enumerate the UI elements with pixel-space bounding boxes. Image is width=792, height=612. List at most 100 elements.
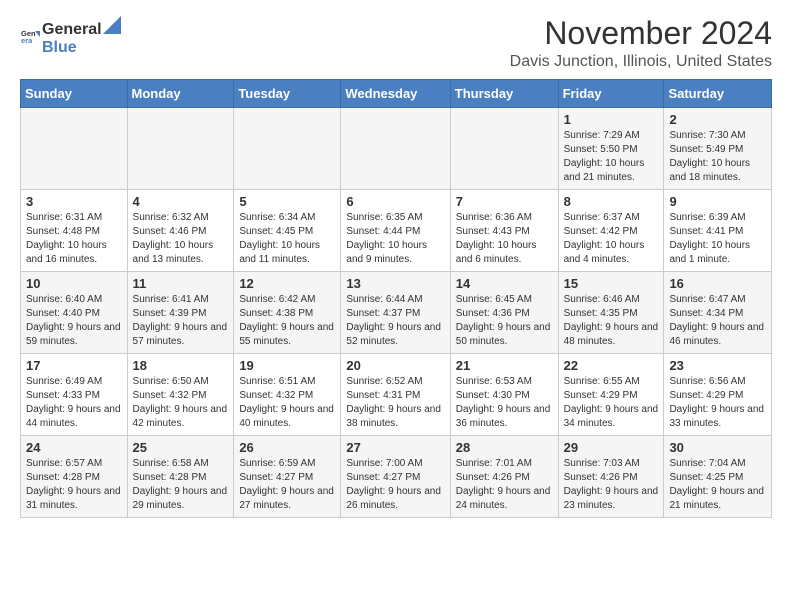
day-info: Sunrise: 7:03 AM Sunset: 4:26 PM Dayligh… (564, 457, 659, 513)
svg-text:era: era (21, 36, 33, 45)
day-number: 21 (456, 358, 553, 373)
day-number: 23 (669, 358, 766, 373)
day-info: Sunrise: 6:58 AM Sunset: 4:28 PM Dayligh… (133, 457, 229, 513)
calendar-cell: 29 Sunrise: 7:03 AM Sunset: 4:26 PM Dayli… (558, 436, 664, 518)
day-info: Sunrise: 6:36 AM Sunset: 4:43 PM Dayligh… (456, 211, 553, 267)
day-number: 5 (239, 194, 335, 209)
logo-general: General (42, 21, 102, 39)
day-info: Sunrise: 6:40 AM Sunset: 4:40 PM Dayligh… (26, 293, 122, 349)
day-info: Sunrise: 7:29 AM Sunset: 5:50 PM Dayligh… (564, 129, 659, 185)
page-title: November 2024 (510, 16, 772, 51)
day-info: Sunrise: 6:49 AM Sunset: 4:33 PM Dayligh… (26, 375, 122, 431)
day-number: 10 (26, 276, 122, 291)
day-number: 18 (133, 358, 229, 373)
calendar-cell: 12 Sunrise: 6:42 AM Sunset: 4:38 PM Dayli… (234, 272, 341, 354)
day-number: 24 (26, 440, 122, 455)
day-number: 13 (346, 276, 444, 291)
day-info: Sunrise: 6:59 AM Sunset: 4:27 PM Dayligh… (239, 457, 335, 513)
day-number: 19 (239, 358, 335, 373)
day-info: Sunrise: 6:37 AM Sunset: 4:42 PM Dayligh… (564, 211, 659, 267)
header: Gen era General Blue November 2024 Davis… (20, 16, 772, 71)
calendar-cell: 3Sunrise: 6:31 AM Sunset: 4:48 PM Daylig… (21, 190, 128, 272)
calendar-week-2: 3Sunrise: 6:31 AM Sunset: 4:48 PM Daylig… (21, 190, 772, 272)
day-info: Sunrise: 6:39 AM Sunset: 4:41 PM Dayligh… (669, 211, 766, 267)
day-info: Sunrise: 6:57 AM Sunset: 4:28 PM Dayligh… (26, 457, 122, 513)
calendar-cell: 17 Sunrise: 6:49 AM Sunset: 4:33 PM Dayli… (21, 354, 128, 436)
logo-blue: Blue (42, 39, 77, 56)
calendar-cell: 5 Sunrise: 6:34 AM Sunset: 4:45 PM Daylig… (234, 190, 341, 272)
calendar-cell: 22 Sunrise: 6:55 AM Sunset: 4:29 PM Dayli… (558, 354, 664, 436)
calendar-cell: 27Sunrise: 7:00 AM Sunset: 4:27 PM Dayli… (341, 436, 450, 518)
day-number: 8 (564, 194, 659, 209)
day-info: Sunrise: 6:51 AM Sunset: 4:32 PM Dayligh… (239, 375, 335, 431)
day-number: 30 (669, 440, 766, 455)
calendar-body: 1Sunrise: 7:29 AM Sunset: 5:50 PM Daylig… (21, 108, 772, 518)
day-info: Sunrise: 7:30 AM Sunset: 5:49 PM Dayligh… (669, 129, 766, 185)
day-info: Sunrise: 6:56 AM Sunset: 4:29 PM Dayligh… (669, 375, 766, 431)
calendar-cell (234, 108, 341, 190)
calendar-cell: 28 Sunrise: 7:01 AM Sunset: 4:26 PM Dayli… (450, 436, 558, 518)
day-info: Sunrise: 6:31 AM Sunset: 4:48 PM Dayligh… (26, 211, 122, 267)
calendar-table: SundayMondayTuesdayWednesdayThursdayFrid… (20, 79, 772, 518)
day-number: 4 (133, 194, 229, 209)
day-info: Sunrise: 6:34 AM Sunset: 4:45 PM Dayligh… (239, 211, 335, 267)
day-info: Sunrise: 6:45 AM Sunset: 4:36 PM Dayligh… (456, 293, 553, 349)
calendar-week-3: 10 Sunrise: 6:40 AM Sunset: 4:40 PM Dayli… (21, 272, 772, 354)
day-info: Sunrise: 6:53 AM Sunset: 4:30 PM Dayligh… (456, 375, 553, 431)
calendar-cell: 18 Sunrise: 6:50 AM Sunset: 4:32 PM Dayli… (127, 354, 234, 436)
day-number: 25 (133, 440, 229, 455)
calendar-cell: 19 Sunrise: 6:51 AM Sunset: 4:32 PM Dayli… (234, 354, 341, 436)
calendar-cell (341, 108, 450, 190)
calendar-cell: 23 Sunrise: 6:56 AM Sunset: 4:29 PM Dayli… (664, 354, 772, 436)
calendar-cell: 20Sunrise: 6:52 AM Sunset: 4:31 PM Dayli… (341, 354, 450, 436)
calendar-cell: 9 Sunrise: 6:39 AM Sunset: 4:41 PM Daylig… (664, 190, 772, 272)
calendar-cell (450, 108, 558, 190)
logo-icon: Gen era (20, 27, 40, 47)
weekday-header-monday: Monday (127, 80, 234, 108)
calendar-cell: 21 Sunrise: 6:53 AM Sunset: 4:30 PM Dayli… (450, 354, 558, 436)
calendar-cell: 30 Sunrise: 7:04 AM Sunset: 4:25 PM Dayli… (664, 436, 772, 518)
day-info: Sunrise: 6:47 AM Sunset: 4:34 PM Dayligh… (669, 293, 766, 349)
calendar-cell: 14 Sunrise: 6:45 AM Sunset: 4:36 PM Dayli… (450, 272, 558, 354)
title-area: November 2024 Davis Junction, Illinois, … (510, 16, 772, 71)
day-number: 14 (456, 276, 553, 291)
calendar-cell: 13 Sunrise: 6:44 AM Sunset: 4:37 PM Dayli… (341, 272, 450, 354)
day-number: 17 (26, 358, 122, 373)
calendar-week-4: 17 Sunrise: 6:49 AM Sunset: 4:33 PM Dayli… (21, 354, 772, 436)
calendar-cell: 26Sunrise: 6:59 AM Sunset: 4:27 PM Dayli… (234, 436, 341, 518)
day-info: Sunrise: 6:44 AM Sunset: 4:37 PM Dayligh… (346, 293, 444, 349)
calendar-cell: 1Sunrise: 7:29 AM Sunset: 5:50 PM Daylig… (558, 108, 664, 190)
calendar-cell: 7 Sunrise: 6:36 AM Sunset: 4:43 PM Daylig… (450, 190, 558, 272)
logo-triangle-icon (103, 16, 121, 34)
calendar-cell: 4Sunrise: 6:32 AM Sunset: 4:46 PM Daylig… (127, 190, 234, 272)
weekday-header-thursday: Thursday (450, 80, 558, 108)
day-number: 9 (669, 194, 766, 209)
day-info: Sunrise: 6:55 AM Sunset: 4:29 PM Dayligh… (564, 375, 659, 431)
day-number: 29 (564, 440, 659, 455)
day-number: 12 (239, 276, 335, 291)
day-info: Sunrise: 6:42 AM Sunset: 4:38 PM Dayligh… (239, 293, 335, 349)
day-number: 11 (133, 276, 229, 291)
calendar-cell: 25 Sunrise: 6:58 AM Sunset: 4:28 PM Dayli… (127, 436, 234, 518)
calendar-cell: 6Sunrise: 6:35 AM Sunset: 4:44 PM Daylig… (341, 190, 450, 272)
day-info: Sunrise: 7:01 AM Sunset: 4:26 PM Dayligh… (456, 457, 553, 513)
day-number: 2 (669, 112, 766, 127)
day-info: Sunrise: 6:50 AM Sunset: 4:32 PM Dayligh… (133, 375, 229, 431)
calendar-cell: 11 Sunrise: 6:41 AM Sunset: 4:39 PM Dayli… (127, 272, 234, 354)
weekday-header-tuesday: Tuesday (234, 80, 341, 108)
calendar-cell: 16Sunrise: 6:47 AM Sunset: 4:34 PM Dayli… (664, 272, 772, 354)
day-info: Sunrise: 7:04 AM Sunset: 4:25 PM Dayligh… (669, 457, 766, 513)
weekday-header-friday: Friday (558, 80, 664, 108)
calendar-week-5: 24 Sunrise: 6:57 AM Sunset: 4:28 PM Dayli… (21, 436, 772, 518)
calendar-cell: 24 Sunrise: 6:57 AM Sunset: 4:28 PM Dayli… (21, 436, 128, 518)
day-info: Sunrise: 6:41 AM Sunset: 4:39 PM Dayligh… (133, 293, 229, 349)
day-number: 7 (456, 194, 553, 209)
weekday-header-saturday: Saturday (664, 80, 772, 108)
day-info: Sunrise: 7:00 AM Sunset: 4:27 PM Dayligh… (346, 457, 444, 513)
day-number: 28 (456, 440, 553, 455)
logo: Gen era General Blue (20, 16, 121, 57)
day-info: Sunrise: 6:35 AM Sunset: 4:44 PM Dayligh… (346, 211, 444, 267)
day-number: 22 (564, 358, 659, 373)
calendar-cell: 15Sunrise: 6:46 AM Sunset: 4:35 PM Dayli… (558, 272, 664, 354)
calendar-cell (127, 108, 234, 190)
